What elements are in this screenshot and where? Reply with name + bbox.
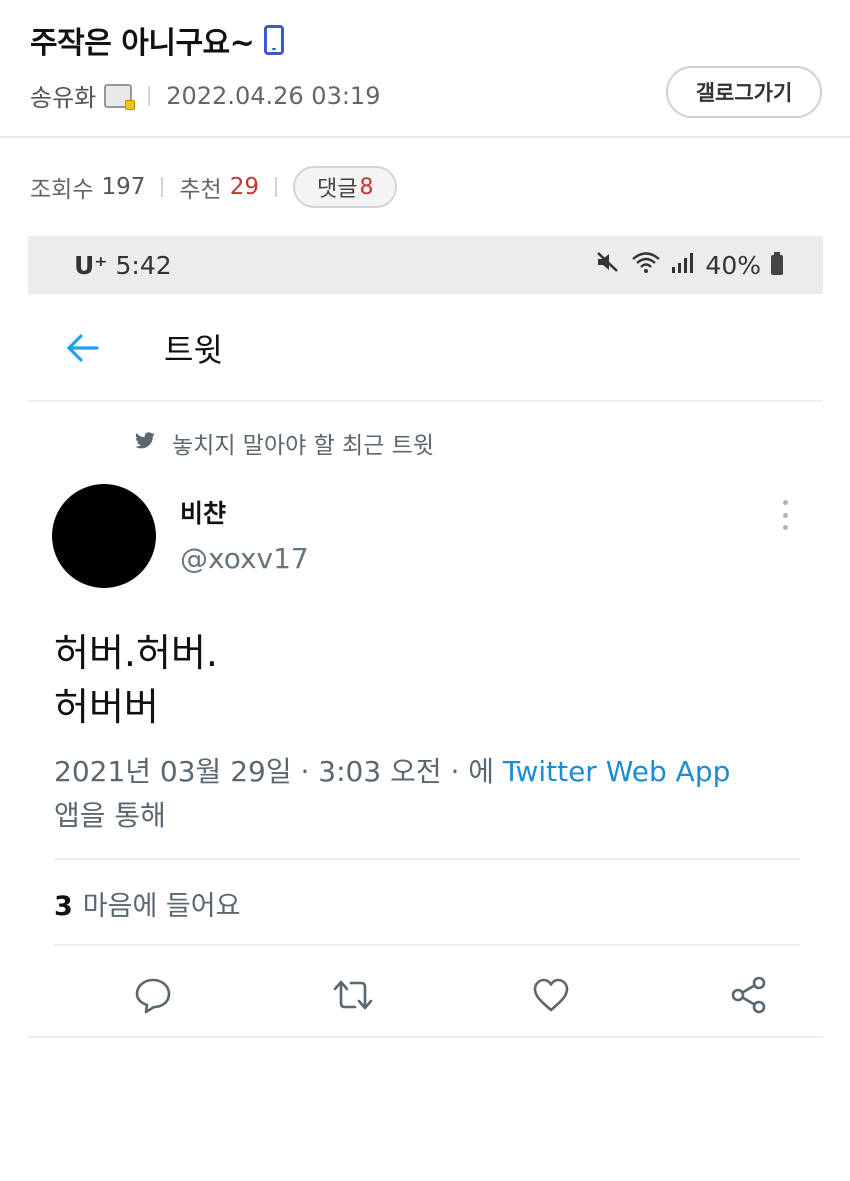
gallery-button[interactable]: 갤로그가기 bbox=[666, 66, 822, 118]
phone-status-bar: U⁺ 5:42 40% bbox=[28, 236, 823, 294]
views-count: 197 bbox=[101, 174, 146, 200]
divider bbox=[161, 177, 164, 197]
views-label: 조회수 bbox=[30, 177, 94, 203]
phone-time: 5:42 bbox=[115, 250, 172, 280]
post-meta: 송유화 2022.04.26 03:19 bbox=[30, 78, 380, 113]
likes-count-row[interactable]: 3 마음에 들어요 bbox=[54, 884, 240, 923]
user-handle[interactable]: @xoxv17 bbox=[180, 542, 309, 575]
divider bbox=[275, 177, 277, 197]
battery-icon bbox=[771, 252, 783, 275]
divider bbox=[28, 1036, 823, 1038]
retweet-icon[interactable] bbox=[328, 970, 378, 1020]
tweet-line: 허버.허버. bbox=[54, 631, 218, 675]
pinned-text: 놓치지 말아야 할 최근 트윗 bbox=[172, 433, 435, 459]
twitter-nav-bar: 트윗 bbox=[28, 294, 823, 402]
tweet-actions bbox=[54, 956, 800, 1036]
timestamp-suffix: 앱을 통해 bbox=[54, 799, 166, 832]
display-name[interactable]: 비챤 bbox=[180, 494, 226, 530]
post-stats: 조회수 197 추천 29 댓글 8 bbox=[30, 166, 398, 208]
share-icon[interactable] bbox=[724, 970, 774, 1020]
tweet-screenshot: U⁺ 5:42 40% 트윗 놓치지 말아야 할 최근 트윗 비챤 @xoxv1… bbox=[28, 236, 823, 1181]
pinned-tweet-label: 놓치지 말아야 할 최근 트윗 bbox=[134, 426, 434, 460]
post-title-text: 주작은 아니구요~ bbox=[30, 26, 255, 61]
more-vertical-icon[interactable] bbox=[781, 500, 789, 530]
mobile-icon bbox=[264, 25, 285, 55]
post-datetime: 2022.04.26 03:19 bbox=[166, 81, 381, 110]
comments-button[interactable]: 댓글 8 bbox=[293, 166, 398, 208]
timestamp-text: 2021년 03월 29일 · 3:03 오전 · 에 bbox=[54, 755, 503, 788]
header-divider bbox=[0, 136, 850, 138]
comments-count: 8 bbox=[359, 174, 374, 200]
post-title: 주작은 아니구요~ bbox=[30, 18, 285, 62]
likes-count: 3 bbox=[54, 891, 73, 922]
divider bbox=[148, 85, 151, 106]
tweet-text: 허버.허버. 허버버 bbox=[54, 626, 218, 734]
divider bbox=[54, 858, 800, 860]
signal-icon bbox=[671, 251, 695, 280]
nav-divider bbox=[28, 400, 823, 402]
nav-title: 트윗 bbox=[164, 331, 223, 369]
recommend-count: 29 bbox=[229, 174, 259, 200]
back-arrow-icon[interactable] bbox=[52, 318, 112, 378]
gallery-badge-icon bbox=[104, 83, 136, 110]
source-link[interactable]: Twitter Web App bbox=[503, 755, 730, 788]
tweet-timestamp: 2021년 03월 29일 · 3:03 오전 · 에 Twitter Web … bbox=[54, 750, 804, 838]
mute-icon bbox=[595, 250, 621, 280]
tweet-line: 허버버 bbox=[54, 685, 159, 729]
wifi-icon bbox=[631, 250, 661, 280]
twitter-bird-icon bbox=[134, 430, 156, 456]
author-name[interactable]: 송유화 bbox=[30, 78, 96, 113]
divider bbox=[54, 944, 800, 946]
comments-label: 댓글 bbox=[317, 177, 358, 202]
battery-percent: 40% bbox=[705, 250, 761, 280]
recommend-label: 추천 bbox=[179, 177, 222, 203]
likes-label: 마음에 들어요 bbox=[82, 891, 241, 922]
reply-icon[interactable] bbox=[128, 970, 178, 1020]
avatar[interactable] bbox=[52, 484, 156, 588]
heart-icon[interactable] bbox=[526, 970, 576, 1020]
carrier-label: U⁺ bbox=[74, 250, 108, 280]
